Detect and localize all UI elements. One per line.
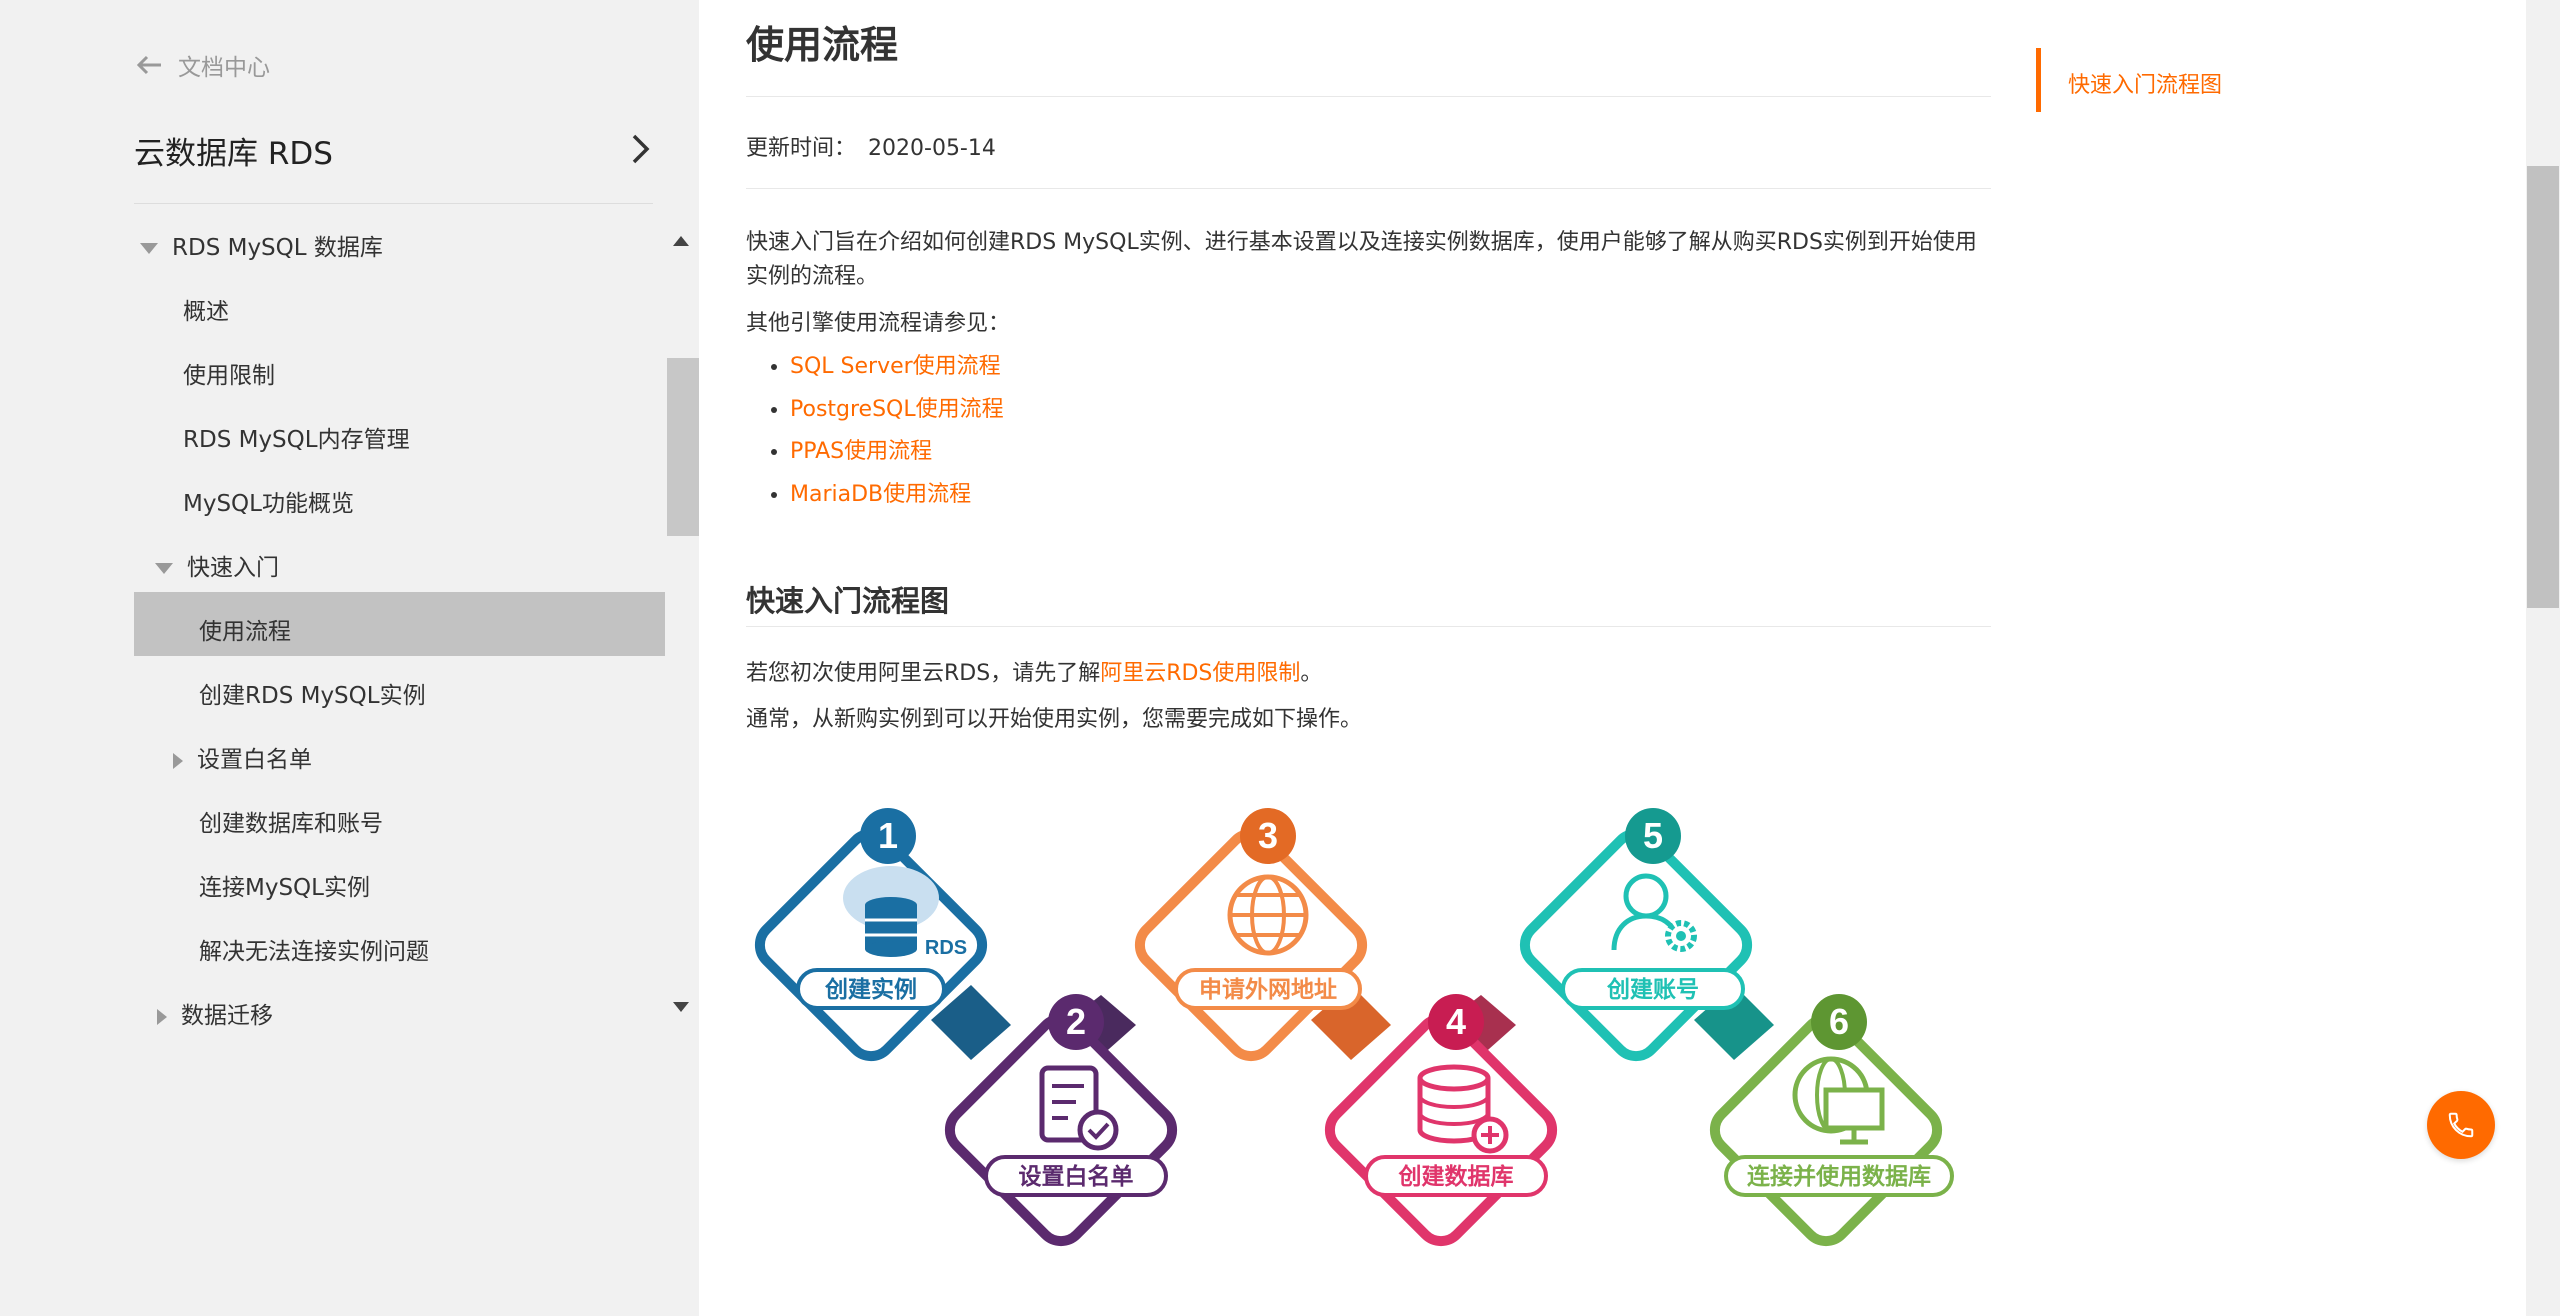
flow-diagram: 1 RDS 创建实例 2 设置白名单 3 申请外网地址 4 创建数据库 5 创建… <box>754 808 1954 1247</box>
svg-text:3: 3 <box>1258 815 1278 856</box>
nav-label: 数据迁移 <box>181 1003 273 1029</box>
page-title: 使用流程 <box>746 23 899 67</box>
divider <box>134 203 653 204</box>
divider <box>746 96 1991 97</box>
nav-item-limits[interactable]: 使用限制 <box>183 356 275 390</box>
toc-item-flowchart[interactable]: 快速入门流程图 <box>2068 67 2222 99</box>
p1-end: 。 <box>1300 661 1323 686</box>
nav-label: RDS MySQL 数据库 <box>172 235 383 261</box>
nav-item-features[interactable]: MySQL功能概览 <box>183 484 354 518</box>
toc-active-indicator <box>2036 48 2041 112</box>
nav-item-memory[interactable]: RDS MySQL内存管理 <box>183 420 410 454</box>
svg-text:申请外网地址: 申请外网地址 <box>1199 976 1337 1003</box>
list-item: PPAS使用流程 <box>790 431 1004 474</box>
divider <box>746 188 1991 189</box>
nav-item-create-db-account[interactable]: 创建数据库和账号 <box>199 804 383 838</box>
back-label: 文档中心 <box>178 55 270 81</box>
arrow-left-icon <box>136 55 161 75</box>
divider <box>746 626 1991 627</box>
caret-right-icon <box>173 752 183 769</box>
p1-text: 若您初次使用阿里云RDS，请先了解 <box>746 661 1101 686</box>
list-item: PostgreSQL使用流程 <box>790 389 1004 432</box>
nav-item-usage-flow[interactable]: 使用流程 <box>199 612 291 646</box>
svg-text:6: 6 <box>1829 1001 1849 1042</box>
product-title[interactable]: 云数据库 RDS <box>134 128 650 173</box>
link-ppas[interactable]: PPAS使用流程 <box>790 439 932 464</box>
phone-icon <box>2448 1112 2474 1138</box>
rds-limits-paragraph: 若您初次使用阿里云RDS，请先了解阿里云RDS使用限制。 <box>746 655 1322 687</box>
nav-item-create-instance[interactable]: 创建RDS MySQL实例 <box>199 676 426 710</box>
svg-text:设置白名单: 设置白名单 <box>1019 1163 1134 1190</box>
list-item: MariaDB使用流程 <box>790 474 1004 517</box>
nav-item-quickstart[interactable]: 快速入门 <box>155 548 279 582</box>
nav-label: 快速入门 <box>187 555 279 581</box>
svg-text:创建账号: 创建账号 <box>1606 977 1699 1003</box>
caret-down-icon <box>140 243 158 254</box>
updated-label: 更新时间： <box>746 136 857 161</box>
nav-item-troubleshoot[interactable]: 解决无法连接实例问题 <box>199 932 429 966</box>
svg-text:5: 5 <box>1643 815 1663 856</box>
updated-value: 2020-05-14 <box>868 136 996 161</box>
operations-paragraph: 通常，从新购实例到可以开始使用实例，您需要完成如下操作。 <box>746 707 1363 732</box>
svg-text:4: 4 <box>1446 1001 1466 1042</box>
nav-item-whitelist[interactable]: 设置白名单 <box>173 740 312 774</box>
scroll-down-arrow[interactable] <box>673 1002 689 1012</box>
list-item: SQL Server使用流程 <box>790 346 1004 389</box>
caret-right-icon <box>157 1008 167 1025</box>
scroll-up-arrow[interactable] <box>673 236 689 246</box>
nav-item-rds-mysql[interactable]: RDS MySQL 数据库 <box>140 228 383 262</box>
page-scrollbar-thumb[interactable] <box>2527 166 2559 608</box>
sidebar-scrollbar-thumb[interactable] <box>667 358 699 536</box>
updated-date: 更新时间： 2020-05-14 <box>746 130 996 162</box>
phone-contact-button[interactable] <box>2427 1091 2495 1159</box>
svg-text:1: 1 <box>878 815 898 856</box>
svg-text:RDS: RDS <box>925 937 967 959</box>
rds-limits-link[interactable]: 阿里云RDS使用限制 <box>1100 661 1300 686</box>
nav-label: 设置白名单 <box>197 747 312 773</box>
caret-down-icon <box>155 563 173 574</box>
svg-text:创建实例: 创建实例 <box>824 976 917 1003</box>
link-sqlserver[interactable]: SQL Server使用流程 <box>790 354 1001 379</box>
sidebar: 文档中心 云数据库 RDS RDS MySQL 数据库 概述 使用限制 RDS … <box>0 0 699 1316</box>
nav-item-overview[interactable]: 概述 <box>183 292 229 326</box>
see-also-text: 其他引擎使用流程请参见： <box>746 311 1011 336</box>
engine-links: SQL Server使用流程 PostgreSQL使用流程 PPAS使用流程 M… <box>746 346 1004 516</box>
intro-paragraph: 快速入门旨在介绍如何创建RDS MySQL实例、进行基本设置以及连接实例数据库，… <box>746 230 1977 289</box>
nav-item-migration[interactable]: 数据迁移 <box>157 996 273 1030</box>
link-mariadb[interactable]: MariaDB使用流程 <box>790 482 971 507</box>
section-title: 快速入门流程图 <box>746 584 950 618</box>
svg-text:2: 2 <box>1066 1001 1086 1042</box>
svg-text:连接并使用数据库: 连接并使用数据库 <box>1747 1163 1931 1190</box>
back-link[interactable]: 文档中心 <box>134 48 270 82</box>
link-postgresql[interactable]: PostgreSQL使用流程 <box>790 397 1004 422</box>
nav-item-connect[interactable]: 连接MySQL实例 <box>199 868 370 902</box>
chevron-right-icon[interactable] <box>626 132 654 166</box>
svg-text:创建数据库: 创建数据库 <box>1398 1164 1514 1190</box>
